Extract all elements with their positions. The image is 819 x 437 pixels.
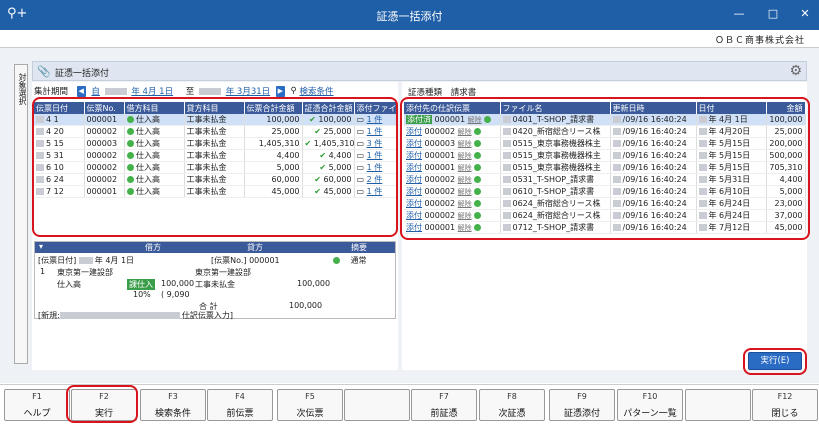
f10-pattern-list-button[interactable]: F10 パターン一覧 — [617, 389, 683, 421]
f12-close-button[interactable]: F12 閉じる — [752, 389, 818, 421]
credit-header: 貸方 — [247, 243, 263, 252]
memo-header: 摘要 — [351, 243, 367, 252]
f8-next-evidence-button[interactable]: F8 次証憑 — [479, 389, 545, 421]
period-label: 集計期間 — [34, 87, 69, 97]
f11-empty-button[interactable] — [685, 389, 751, 421]
credit-account: 工事未払金 — [195, 280, 235, 289]
tax-rate: 10% — [133, 290, 151, 299]
debit-amount: 100,000 — [161, 279, 195, 288]
date-value: 年 4月 1日 — [94, 256, 135, 265]
company-bar: ＯＢＣ商事株式会社 — [0, 30, 819, 48]
f5-next-voucher-button[interactable]: F5 次伝票 — [277, 389, 343, 421]
next-period-button[interactable]: ▶ — [275, 85, 285, 97]
company-name: ＯＢＣ商事株式会社 — [714, 36, 805, 46]
period-to-prefix: 至 — [185, 87, 195, 97]
debit-dept: 東京第一建設部 — [57, 268, 113, 277]
f9-attach-evidence-button[interactable]: F9 証憑添付 — [549, 389, 615, 421]
period-from[interactable]: 年 4月 1日 — [131, 85, 173, 97]
redacted-year — [199, 87, 221, 95]
f6-empty-button[interactable] — [344, 389, 410, 421]
period-to[interactable]: 年 3月31日 — [226, 85, 270, 97]
no-label: [伝票No.] — [211, 256, 247, 265]
window-title: 証憑一括添付 — [376, 10, 443, 23]
credit-amount: 100,000 — [297, 279, 331, 288]
highlight-voucher-table — [32, 97, 398, 237]
panel-header: 📎 証憑一括添付 ⚙ — [32, 61, 807, 81]
minimize-icon[interactable]: — — [732, 7, 746, 20]
paperclip-icon: 📎 — [37, 65, 51, 78]
f7-prev-evidence-button[interactable]: F7 前証憑 — [411, 389, 477, 421]
side-tab-target-select[interactable]: 対象選択 — [14, 64, 28, 364]
detail-date-row: [伝票日付] 年 4月 1日 — [38, 255, 134, 266]
f4-prev-voucher-button[interactable]: F4 前伝票 — [207, 389, 273, 421]
tax-amount: ( 9,090 — [161, 290, 190, 299]
side-tab-label: 対象選択 — [18, 73, 27, 105]
redacted-year — [104, 87, 127, 95]
search-condition-link[interactable]: 検索条件 — [299, 85, 333, 97]
close-icon[interactable]: ✕ — [798, 7, 812, 20]
voucher-status: 通常 — [350, 256, 367, 265]
highlight-f2-button — [66, 385, 138, 423]
sum-amount: 100,000 — [289, 301, 323, 310]
no-value: 000001 — [249, 256, 280, 265]
voucher-detail: ▾ 借方 貸方 摘要 [伝票日付] 年 4月 1日 [伝票No.] 000001… — [34, 241, 396, 320]
maximize-icon[interactable]: □ — [766, 7, 780, 20]
period-from-prefix: 自 — [91, 87, 100, 97]
prev-period-button[interactable]: ◀ — [76, 85, 86, 97]
title-bar: ⚲+ 証憑一括添付 — □ ✕ — [0, 0, 819, 30]
date-label: [伝票日付] — [38, 256, 77, 265]
search-icon[interactable]: ⚲ — [291, 86, 297, 96]
highlight-evidence-table — [400, 97, 810, 240]
credit-dept: 東京第一建設部 — [195, 268, 251, 277]
status-dot-icon — [333, 257, 340, 264]
panel-title: 証憑一括添付 — [55, 69, 110, 79]
tax-badge: 課仕入 — [127, 279, 155, 290]
detail-no-row: [伝票No.] 000001 — [211, 255, 280, 266]
detail-header: ▾ 借方 貸方 摘要 — [35, 242, 395, 253]
f1-help-button[interactable]: F1 ヘルプ — [4, 389, 70, 421]
debit-account: 仕入高 — [57, 280, 81, 289]
line-number: 1 — [40, 267, 46, 276]
highlight-execute-button — [743, 348, 807, 375]
gear-icon[interactable]: ⚙ — [789, 63, 802, 79]
debit-header: 借方 — [145, 243, 161, 252]
new-entry-label: [新規: 仕訳伝票入力] — [38, 311, 233, 320]
collapse-chevron-icon[interactable]: ▾ — [39, 242, 43, 251]
f3-search-button[interactable]: F3 検索条件 — [140, 389, 206, 421]
